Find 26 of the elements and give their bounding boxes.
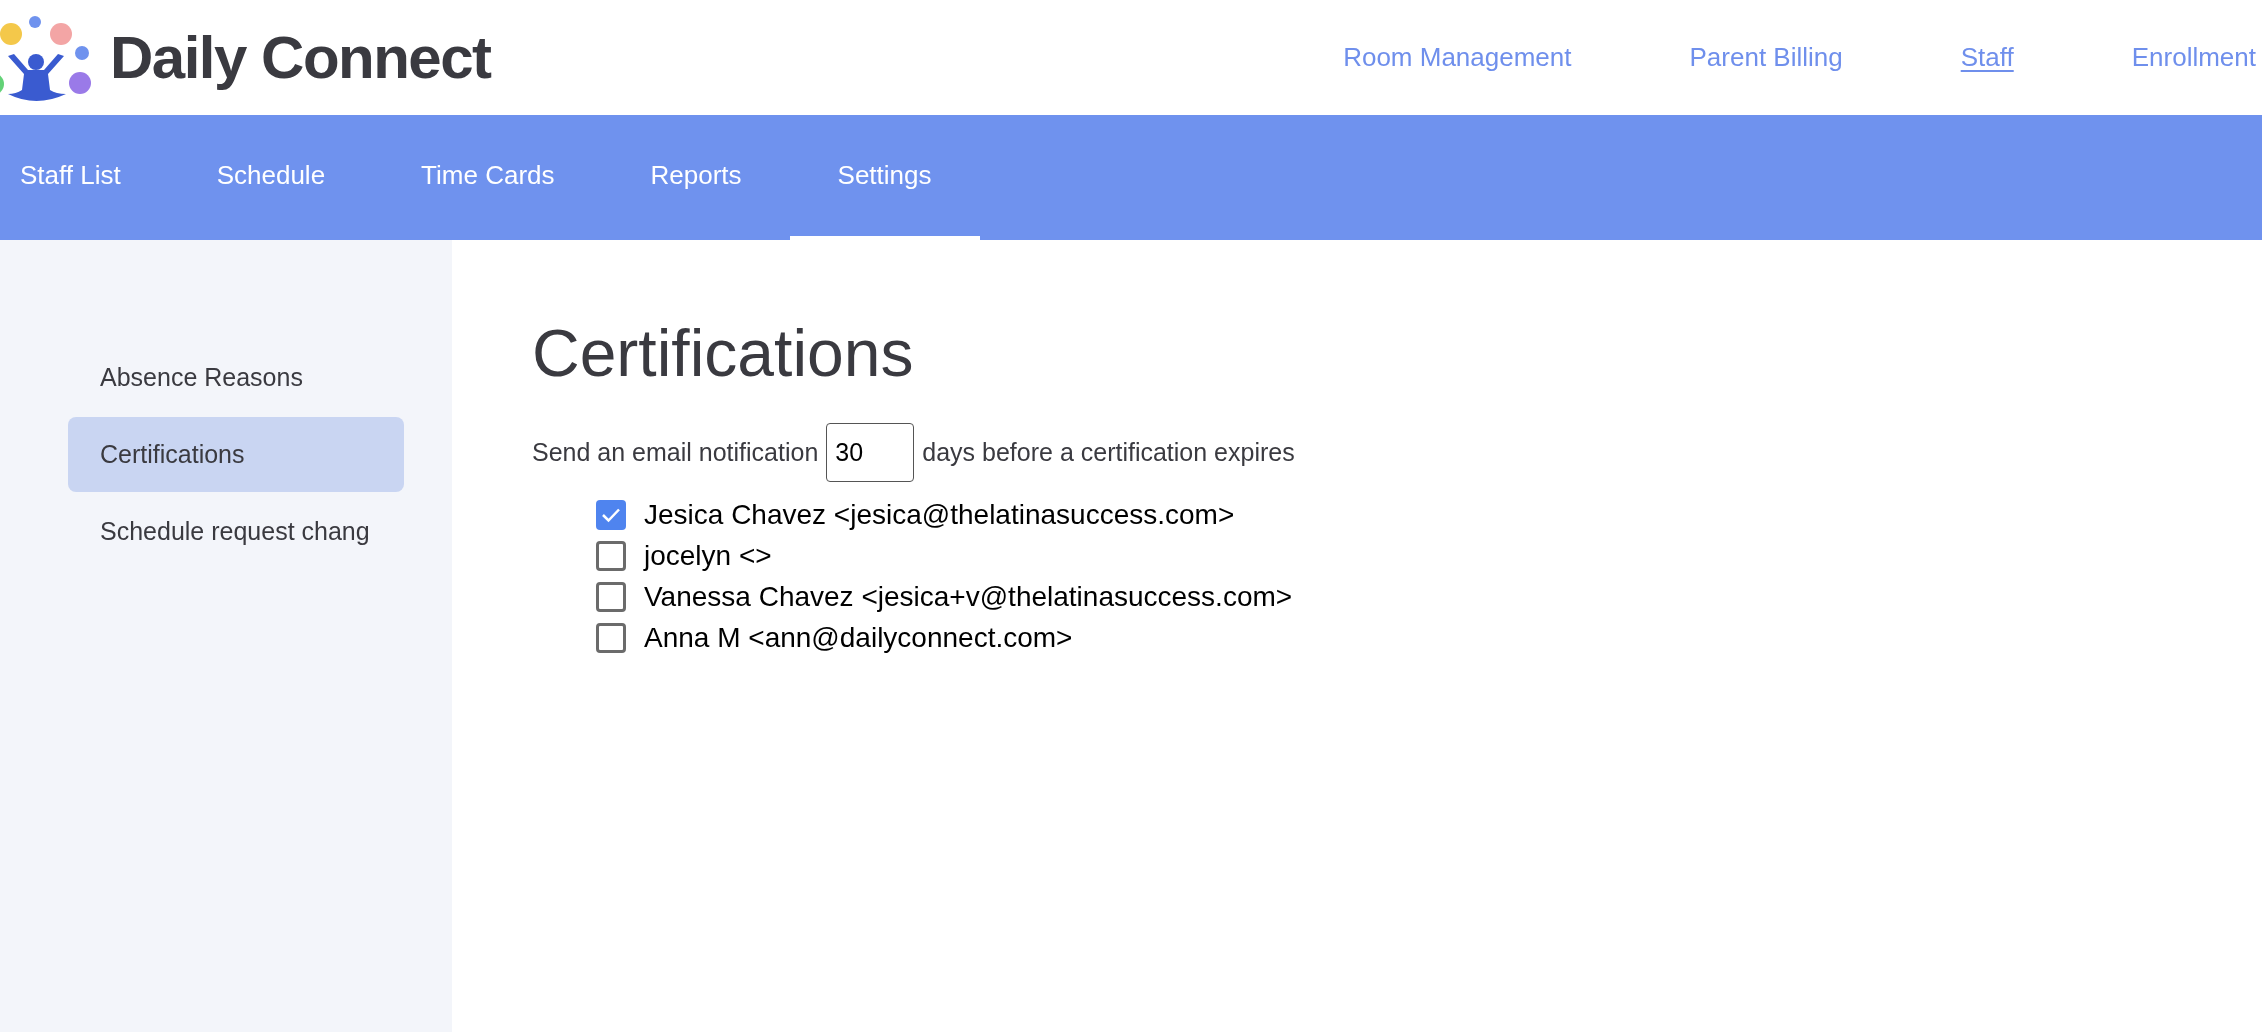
recipient-label: Vanessa Chavez <jesica+v@thelatinasuccess.com> (644, 579, 1293, 614)
nav-tab[interactable]: Time Cards (373, 115, 603, 240)
nav-tab[interactable]: Settings (789, 115, 980, 240)
recipient-checkbox[interactable] (596, 581, 626, 612)
top-nav-link[interactable]: Staff (1960, 38, 2014, 77)
top-nav-link[interactable]: Enrollment (2131, 38, 2256, 77)
days-input-field[interactable]: 30 (826, 423, 915, 482)
recipient-label: jocelyn <> (644, 538, 772, 573)
notification-text: days before a certification expires (922, 436, 1295, 468)
recipient-checkbox[interactable] (596, 622, 626, 653)
nav-tab[interactable]: Schedule (168, 115, 374, 240)
recipient-checkbox[interactable] (596, 499, 626, 530)
nav-tab[interactable]: Staff List (0, 115, 169, 240)
top-nav-link[interactable]: Room Management (1343, 38, 1572, 77)
top-nav-link[interactable]: Parent Billing (1689, 38, 1843, 77)
page-title: Certifications (532, 320, 915, 386)
recipient-checkbox[interactable] (596, 540, 626, 571)
sidebar-item[interactable]: Schedule request chang (68, 494, 404, 569)
sidebar-item[interactable]: Absence Reasons (68, 340, 404, 415)
notification-text: Send an email notification (532, 436, 819, 468)
nav-tab[interactable]: Reports (602, 115, 790, 240)
recipient-label: Anna M <ann@dailyconnect.com> (644, 620, 1073, 655)
sidebar-item[interactable]: Certifications (68, 417, 404, 492)
recipient-label: Jesica Chavez <jesica@thelatinasuccess.com> (644, 497, 1235, 532)
checkmark-icon (601, 506, 621, 523)
app-logo-text: Daily Connect (110, 22, 491, 93)
